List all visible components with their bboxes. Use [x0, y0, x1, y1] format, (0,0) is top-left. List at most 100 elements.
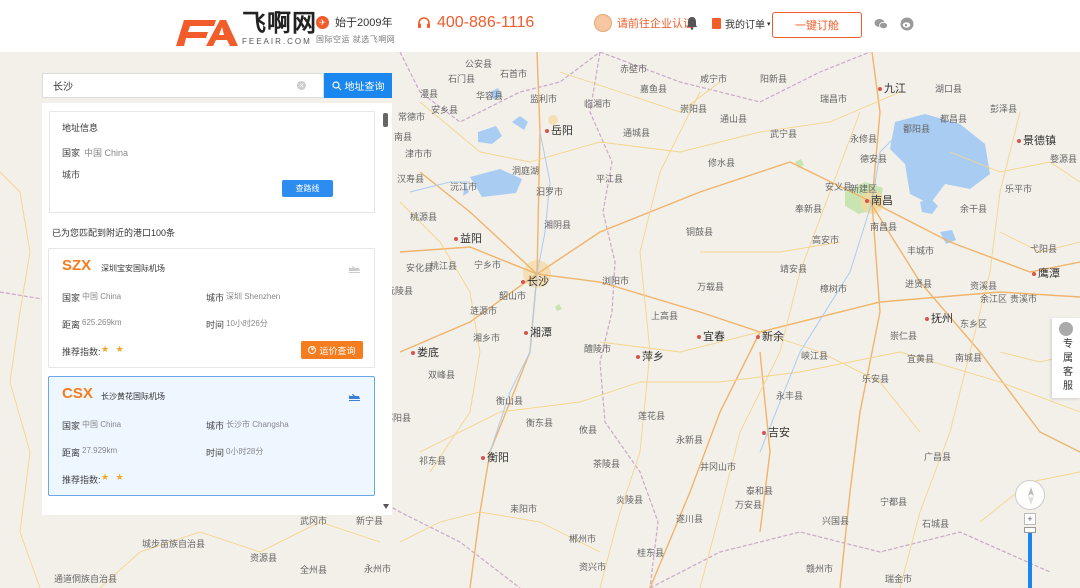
map-label-county: 通道侗族自治县	[54, 574, 118, 584]
zoom-slider-track[interactable]	[1028, 527, 1032, 588]
map-label-county: 临湘市	[584, 99, 612, 109]
map-label-county: 常德市	[398, 112, 426, 122]
search-icon	[331, 80, 341, 90]
rating-stars: ★ ★	[101, 472, 126, 482]
map-label-county: 桃源县	[410, 212, 438, 222]
city-label: 城市	[62, 170, 81, 180]
port-distance: 625.269km	[82, 318, 122, 327]
zoom-in-button[interactable]: +	[1024, 513, 1036, 525]
map-label-county: 汉寿县	[397, 174, 425, 184]
weibo-icon[interactable]	[900, 17, 914, 31]
result-panel[interactable]: 地址信息 国家 中国 China 城市 查路线 已为您匹配到附近的港口100条 …	[42, 103, 392, 515]
map-label-county: 永州市	[364, 564, 392, 574]
slogan-bottom-text: 国际空运 就选飞啊网	[316, 35, 396, 44]
port-name: 深圳宝安国际机场	[101, 264, 165, 273]
scrollbar-thumb[interactable]	[383, 113, 388, 127]
port-code: SZX	[62, 257, 92, 274]
port-city: 长沙市 Changsha	[226, 420, 289, 429]
port-country-label: 国家	[62, 421, 81, 431]
freight-query-label: 运价查询	[319, 345, 356, 356]
map-label-county: 湘阴县	[544, 220, 572, 230]
map-label-county: 宜黄县	[907, 354, 935, 364]
map-label-county: 德安县	[860, 154, 888, 164]
compass-icon	[1028, 487, 1034, 505]
map-label-county: 城步苗族自治县	[142, 539, 206, 549]
map-label-county: 咸宁市	[700, 74, 728, 84]
rating-label: 推荐指数:	[62, 347, 101, 357]
map-label-county: 嘉鱼县	[640, 84, 668, 94]
map-label-county: 遂川县	[676, 514, 704, 524]
map-label-county: 武冈市	[300, 516, 328, 526]
map-label-county: 丰城市	[907, 246, 935, 256]
port-card[interactable]: SZX 深圳宝安国际机场 国家 中国 China 城市 深圳 Shenzhen …	[48, 248, 375, 368]
search-input[interactable]	[43, 80, 293, 91]
map-label-county: 永丰县	[776, 391, 804, 401]
map-label-county: 进贤县	[905, 279, 933, 289]
enterprise-cert-link[interactable]: 请前往企业认证	[594, 14, 694, 32]
clear-icon[interactable]: ✕	[297, 81, 306, 90]
logo-subtext: FEEAIR.COM	[242, 37, 312, 46]
find-route-button[interactable]: 查路线	[282, 180, 333, 197]
map-zoom-control[interactable]: +	[1024, 513, 1036, 588]
map-label-city: 宜春	[697, 328, 725, 344]
map-label-county: 乐平市	[1005, 184, 1033, 194]
map-label-county: 耒阳市	[510, 504, 538, 514]
map-label-county: 瑞金市	[885, 574, 913, 584]
bell-icon[interactable]	[686, 16, 698, 30]
map-label-county: 资溪县	[970, 281, 998, 291]
country-label: 国家	[62, 148, 81, 158]
map-label-county: 赤壁市	[620, 64, 648, 74]
map-label-county: 万安县	[735, 500, 763, 510]
map-label-county: 崇阳县	[680, 104, 708, 114]
airport-icon	[349, 266, 360, 273]
map-label-county: 汨罗市	[536, 187, 564, 197]
map-label-county: 石城县	[922, 519, 950, 529]
wechat-icon[interactable]	[874, 18, 888, 30]
hotline[interactable]: 400-886-1116	[417, 14, 534, 32]
map-label-city: 鹰潭	[1032, 265, 1060, 281]
map-label-county: 南县	[394, 132, 413, 142]
slogan-top-text: 始于2009年	[335, 17, 393, 29]
map-label-county: 余江区	[980, 294, 1008, 304]
port-card-selected[interactable]: CSX 长沙黄花国际机场 国家 中国 China 城市 长沙市 Changsha…	[48, 376, 375, 496]
map-label-county: 东乡区	[960, 319, 988, 329]
port-city-label: 城市	[206, 421, 225, 431]
map-label-city: 衡阳	[481, 449, 509, 465]
address-search-button[interactable]: 地址查询	[324, 73, 392, 98]
quick-book-button[interactable]: 一键订舱	[772, 12, 862, 38]
slogan-badge-icon: ✈	[316, 15, 329, 29]
map-label-county: 桃江县	[430, 261, 458, 271]
map-label-county: 通山县	[720, 114, 748, 124]
map-label-county: 乐安县	[862, 374, 890, 384]
port-time-label: 时间	[206, 448, 225, 458]
map-label-county: 靖安县	[780, 264, 808, 274]
site-logo[interactable]: 飞啊网 FEEAIR.COM	[176, 12, 317, 46]
airport-icon	[349, 394, 360, 401]
map-label-county: 婺源县	[1050, 154, 1078, 164]
map-label-county: 高安市	[812, 235, 840, 245]
map-compass[interactable]	[1015, 480, 1045, 510]
zoom-slider-knob[interactable]	[1024, 527, 1036, 533]
freight-query-button[interactable]: ¥ 运价查询	[301, 341, 363, 359]
map-label-city: 景德镇	[1017, 132, 1056, 148]
map-label-county: 桂东县	[637, 548, 665, 558]
map-label-county: 弋阳县	[1030, 244, 1058, 254]
map-label-county: 都昌县	[940, 114, 968, 124]
port-code: CSX	[62, 385, 93, 402]
port-time: 0小时28分	[226, 447, 264, 456]
map-label-county: 余干县	[960, 204, 988, 214]
port-distance: 27.929km	[82, 446, 118, 455]
map-label-county: 湖口县	[935, 84, 963, 94]
map-label-county: 新宁县	[356, 516, 384, 526]
panel-scrollbar[interactable]	[382, 113, 390, 510]
customer-service-tab[interactable]: 专属客服	[1052, 318, 1080, 398]
map-label-county: 茶陵县	[593, 459, 621, 469]
map-label-county: 石门县	[448, 74, 476, 84]
map-label-county: 醴陵市	[584, 344, 612, 354]
port-time-label: 时间	[206, 320, 225, 330]
port-distance-label: 距离	[62, 448, 81, 458]
my-orders-menu[interactable]: 我的订单 ▾	[712, 16, 771, 31]
map-label-county: 平江县	[596, 174, 624, 184]
map-label-county: 郴州市	[569, 534, 597, 544]
scroll-down-arrow[interactable]	[383, 504, 389, 509]
